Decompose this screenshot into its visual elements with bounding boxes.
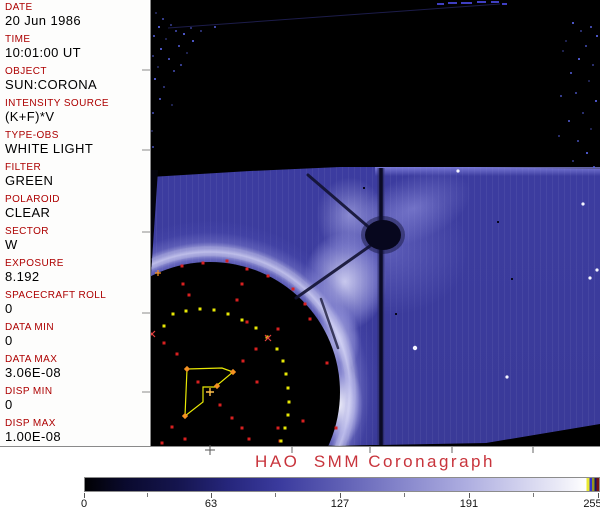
field-label: SPACECRAFT ROLL bbox=[5, 290, 107, 301]
field-label: OBJECT bbox=[5, 66, 47, 77]
metadata-field: EXPOSURE 8.192 bbox=[5, 258, 149, 290]
field-value: 0 bbox=[5, 333, 13, 348]
metadata-field: POLAROID CLEAR bbox=[5, 194, 149, 226]
image-title: HAO SMM Coronagraph bbox=[255, 452, 495, 471]
field-label: DATE bbox=[5, 2, 33, 13]
metadata-field: SPACECRAFT ROLL 0 bbox=[5, 290, 149, 322]
colorbar-tick-label: 255 bbox=[583, 498, 600, 510]
metadata-field: TYPE-OBS WHITE LIGHT bbox=[5, 130, 149, 162]
metadata-field: FILTER GREEN bbox=[5, 162, 149, 194]
field-value: 10:01:00 UT bbox=[5, 45, 81, 60]
colorbar-tick-label: 127 bbox=[330, 498, 350, 510]
field-label: FILTER bbox=[5, 162, 42, 173]
field-label: TIME bbox=[5, 34, 31, 45]
field-value: W bbox=[5, 237, 18, 252]
colorbar-minor-tick bbox=[533, 493, 535, 497]
metadata-field: SECTOR W bbox=[5, 226, 149, 258]
field-label: POLAROID bbox=[5, 194, 60, 205]
colorbar-tick-label: 191 bbox=[459, 498, 479, 510]
field-label: DATA MAX bbox=[5, 354, 58, 365]
field-value: CLEAR bbox=[5, 205, 51, 220]
colorbar-minor-tick bbox=[275, 493, 277, 497]
metadata-field: DATE 20 Jun 1986 bbox=[5, 2, 149, 34]
field-label: DATA MIN bbox=[5, 322, 54, 333]
field-value: 0 bbox=[5, 397, 13, 412]
metadata-field: DATA MIN 0 bbox=[5, 322, 149, 354]
field-value: GREEN bbox=[5, 173, 54, 188]
colorbar-tick-label: 0 bbox=[80, 498, 88, 510]
metadata-field: OBJECT SUN:CORONA bbox=[5, 66, 149, 98]
field-label: DISP MAX bbox=[5, 418, 56, 429]
field-value: 3.06E-08 bbox=[5, 365, 61, 380]
field-value: (K+F)*V bbox=[5, 109, 55, 124]
metadata-field: TIME 10:01:00 UT bbox=[5, 34, 149, 66]
viewer-window: DATE 20 Jun 1986 TIME 10:01:00 UT OBJECT SUN:… bbox=[0, 0, 600, 512]
metadata-field: DISP MAX 1.00E-08 bbox=[5, 418, 149, 446]
field-value: 20 Jun 1986 bbox=[5, 13, 81, 28]
metadata-sidebar: DATE 20 Jun 1986 TIME 10:01:00 UT OBJECT SUN:… bbox=[0, 0, 149, 446]
coronagraph-image bbox=[150, 0, 600, 446]
field-value: 8.192 bbox=[5, 269, 40, 284]
field-value: WHITE LIGHT bbox=[5, 141, 94, 156]
metadata-field: INTENSITY SOURCE (K+F)*V bbox=[5, 98, 149, 130]
metadata-field: DATA MAX 3.06E-08 bbox=[5, 354, 149, 386]
field-label: SECTOR bbox=[5, 226, 49, 237]
metadata-field: DISP MIN 0 bbox=[5, 386, 149, 418]
colorbar: 0 63 127 191 255 bbox=[80, 477, 600, 511]
field-value: 0 bbox=[5, 301, 13, 316]
field-label: INTENSITY SOURCE bbox=[5, 98, 110, 109]
field-label: DISP MIN bbox=[5, 386, 53, 397]
field-value: SUN:CORONA bbox=[5, 77, 98, 92]
colorbar-minor-tick bbox=[147, 493, 149, 497]
field-label: EXPOSURE bbox=[5, 258, 64, 269]
field-value: 1.00E-08 bbox=[5, 429, 61, 444]
colorbar-minor-tick bbox=[404, 493, 406, 497]
colorbar-tick-label: 63 bbox=[204, 498, 218, 510]
field-label: TYPE-OBS bbox=[5, 130, 59, 141]
colorbar-gradient bbox=[84, 477, 600, 492]
